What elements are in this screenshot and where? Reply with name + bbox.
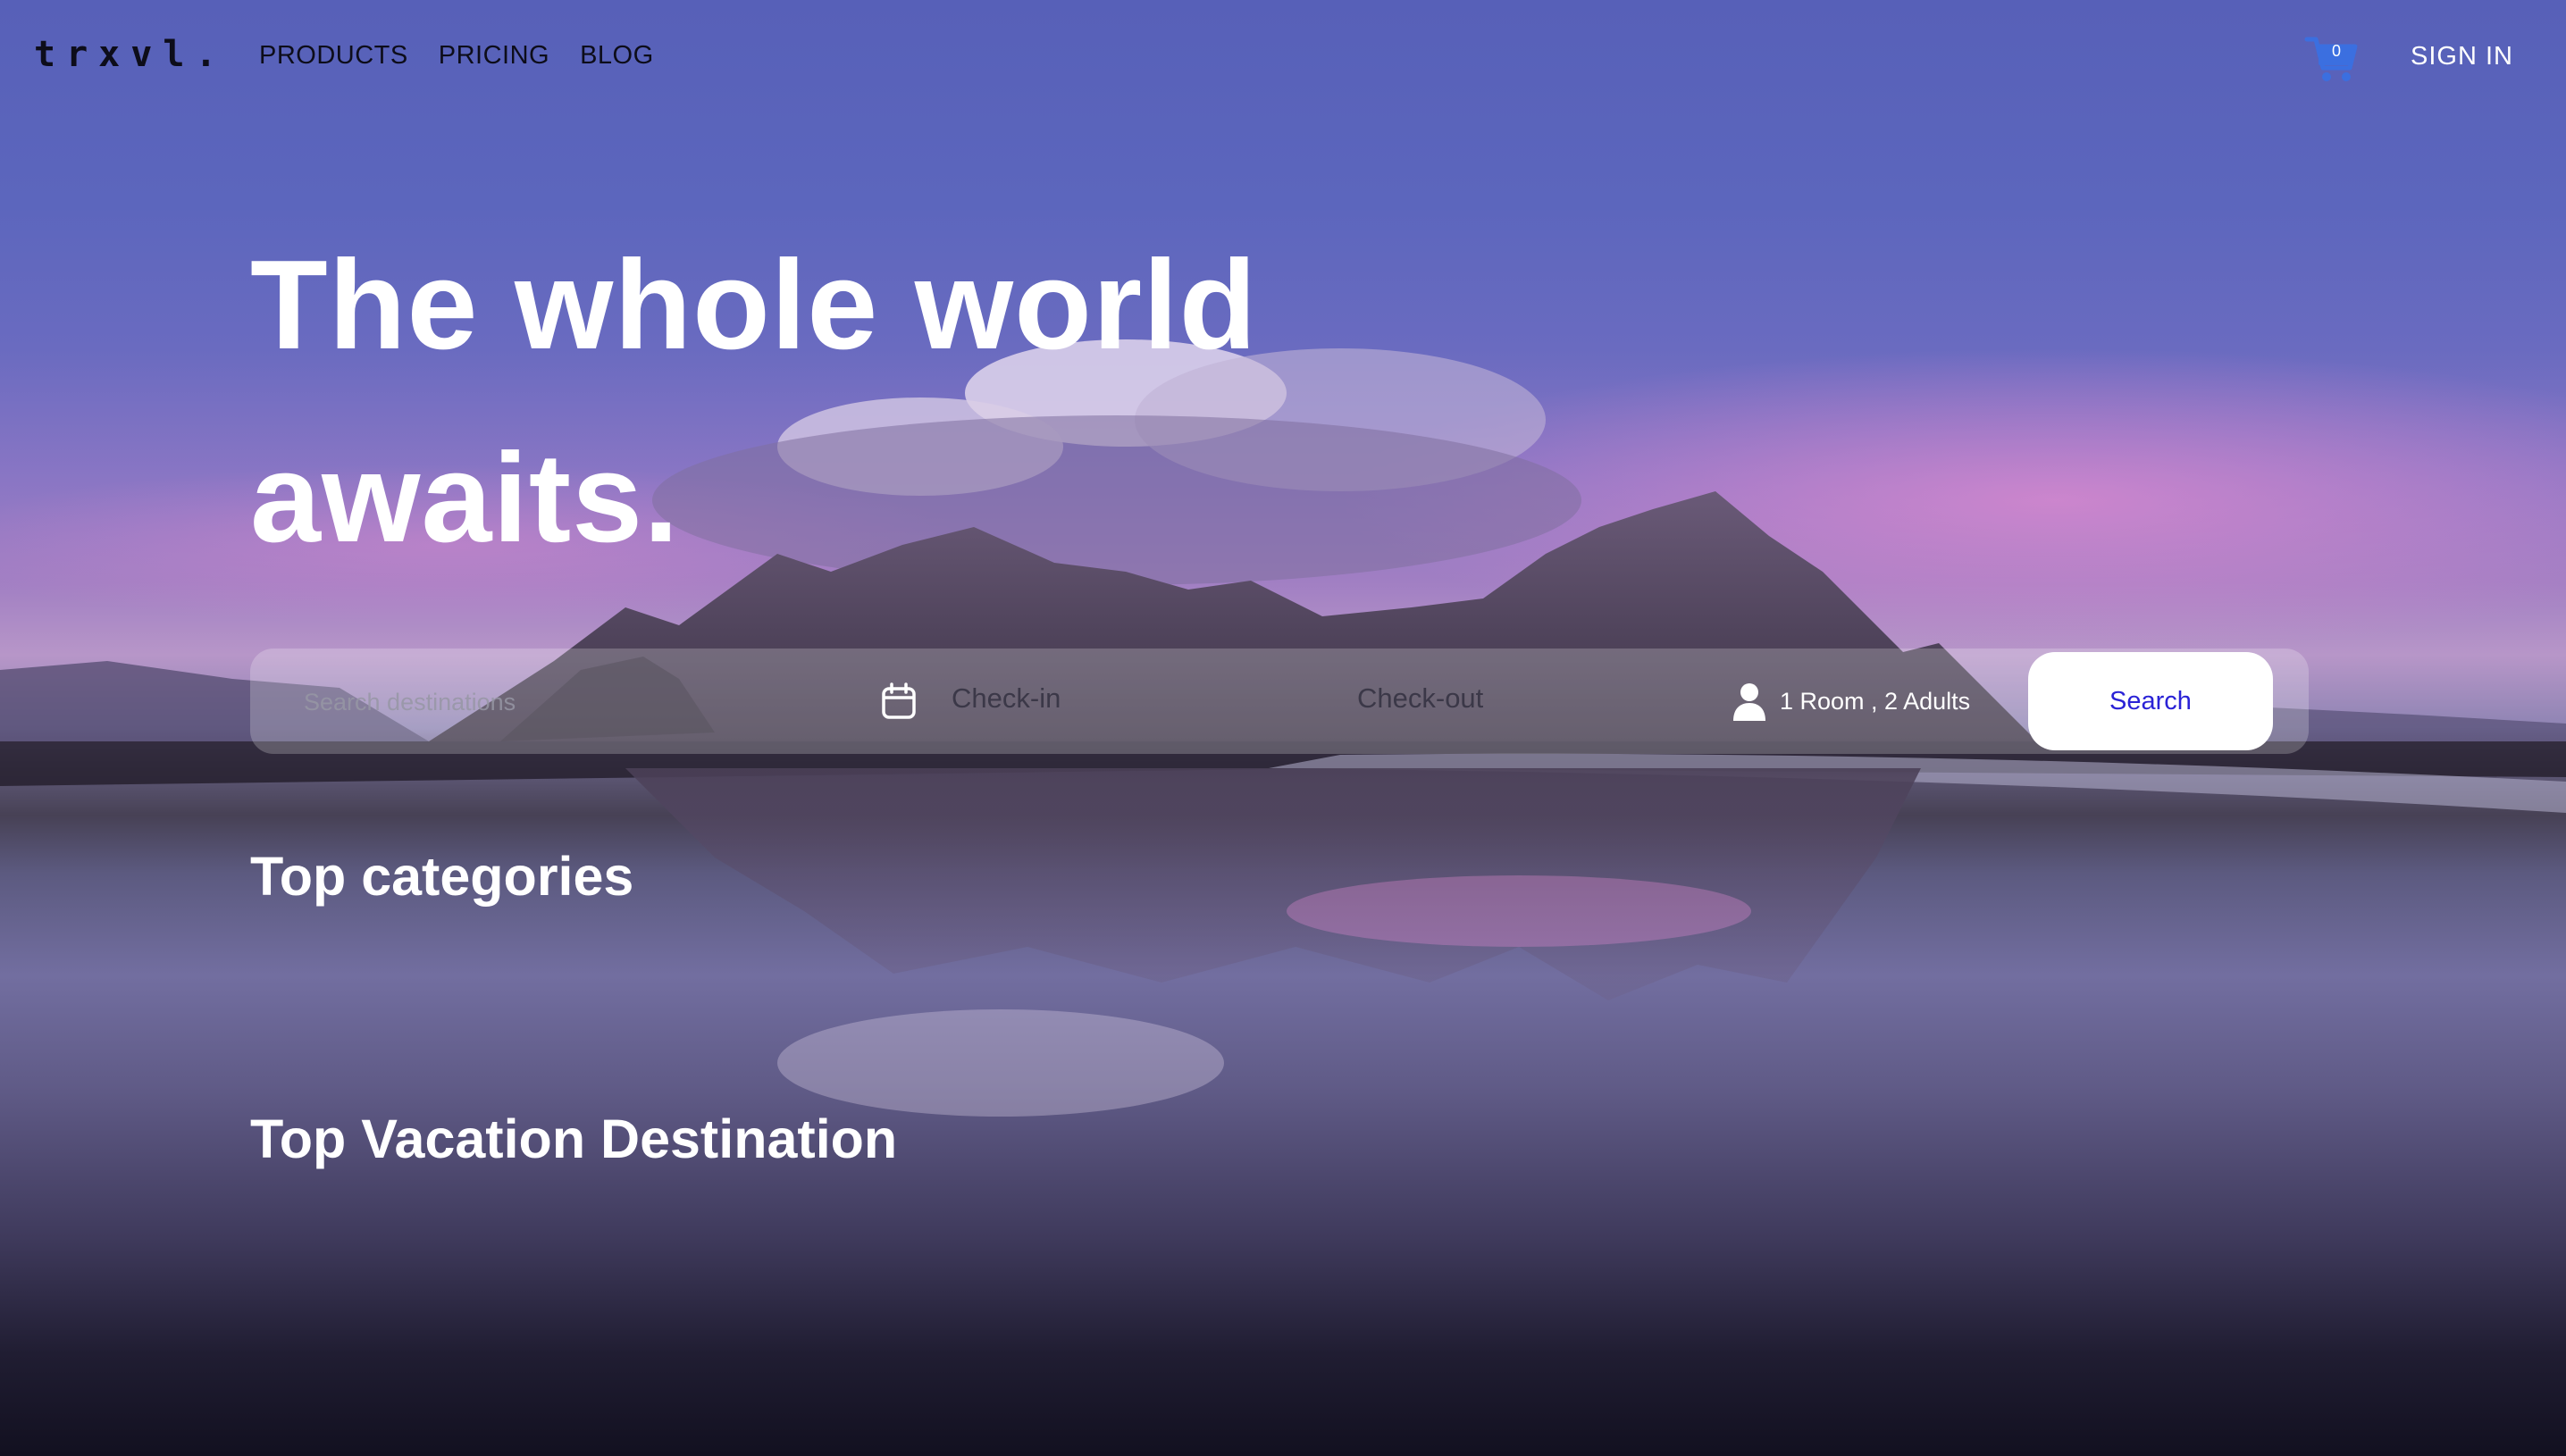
hero-title: The whole world awaits. bbox=[250, 209, 1590, 595]
site-logo[interactable]: trxvl. bbox=[34, 34, 228, 75]
destination-search-input[interactable] bbox=[302, 679, 645, 725]
sign-in-link[interactable]: SIGN IN bbox=[2411, 42, 2513, 71]
hero-title-line1: The whole world bbox=[250, 234, 1258, 376]
check-out-field[interactable]: Check-out bbox=[1357, 682, 1483, 715]
top-categories-heading: Top categories bbox=[250, 846, 634, 907]
cart-button[interactable]: 0 bbox=[2303, 32, 2361, 86]
main-nav: PRODUCTS PRICING BLOG bbox=[259, 41, 654, 71]
nav-pricing[interactable]: PRICING bbox=[439, 41, 549, 71]
guests-label: 1 Room , 2 Adults bbox=[1780, 687, 1971, 715]
calendar-icon[interactable] bbox=[881, 682, 917, 720]
booking-search-bar: Check-in Check-out 1 Room , 2 Adults Sea… bbox=[250, 649, 2309, 754]
person-icon bbox=[1733, 683, 1765, 721]
top-destinations-heading: Top Vacation Destination bbox=[250, 1109, 898, 1169]
nav-products[interactable]: PRODUCTS bbox=[259, 41, 408, 71]
cart-count-badge: 0 bbox=[2331, 42, 2341, 60]
nav-blog[interactable]: BLOG bbox=[580, 41, 654, 71]
check-in-field[interactable]: Check-in bbox=[952, 682, 1061, 715]
hero-title-line2: awaits. bbox=[250, 427, 680, 569]
guests-selector[interactable]: 1 Room , 2 Adults bbox=[1732, 681, 1970, 722]
search-button[interactable]: Search bbox=[2028, 652, 2273, 750]
